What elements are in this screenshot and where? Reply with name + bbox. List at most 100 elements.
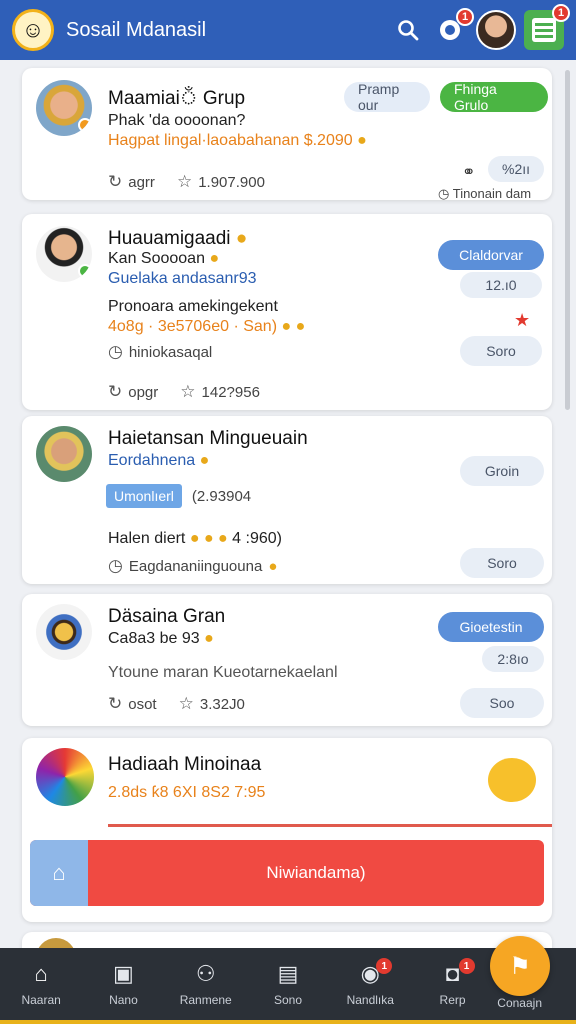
smile-emoji-icon: ● [268,557,278,575]
avatar [36,80,92,136]
star-icon: ☆ [178,694,194,713]
card-meta: ↻ osot ☆ 3.32J0 [108,694,245,714]
group-card[interactable]: Maamiaiঁ Grup Phak 'da oooonan? Hagpat l… [22,68,552,201]
tag-value: (2.93904 [191,487,252,505]
card-description: Ytoune maran Kueotarnekaelanl [108,664,338,681]
nav-profile[interactable]: ◉ 1 Nandlıka [329,948,411,1020]
app-title: Sosail Mdanasil [66,18,207,41]
group-card[interactable]: Huauamigaadi ● Kan Sooooan ● Guelaka and… [22,214,552,410]
members-icon: ⚭ [462,164,476,181]
nav-badge: 1 [376,958,393,974]
nav-home[interactable]: ⌂ Naaran [0,948,82,1020]
meta-value: 3.32J0 [199,695,245,713]
group-action-button[interactable]: Gioetestin [438,612,544,642]
star-badge-icon: ★ [514,310,531,330]
smile-emoji-icon: ● [199,452,210,469]
meta-value: 142?956 [201,383,260,401]
category-tag[interactable]: Umonlıerl [106,484,182,508]
mascot-icon [488,758,536,802]
clock-icon: ↻ [108,172,123,191]
nav-people[interactable]: ⚇ Ranmene [165,948,247,1020]
preview-button[interactable]: Pramp our [344,81,430,113]
nav-messages[interactable]: ◘ 1 Rerp [411,948,493,1020]
user-avatar[interactable] [476,10,516,50]
nav-label: Ranmene [179,993,232,1007]
top-app-bar: ☺ Sosail Mdanasil 1 1 [0,0,576,60]
primary-action-button[interactable]: ⌂ Niwiandama) [30,840,544,906]
progress-bar [108,824,552,827]
online-dot [78,264,92,278]
card-subtitle: Ca8a3 be 93 [108,630,200,647]
group-card[interactable]: Däsaina Gran Ca8a3 be 93 ● Ytoune maran … [22,594,552,726]
clock-icon: ◷ [108,556,123,575]
member-count: 12.ı0 [460,272,542,298]
menu-icon [532,18,556,42]
card-detail: Halen diert [108,530,186,547]
group-feed: Maamiaiঁ Grup Phak 'da oooonan? Hagpat l… [0,60,576,950]
home-icon: ⌂ [30,840,88,906]
view-button[interactable]: Soro [460,336,542,366]
notification-badge: 1 [456,8,474,26]
star-icon: ☆ [180,382,196,401]
nav-label: Rerp [439,993,466,1007]
meta-label: opgr [128,383,159,401]
detail-value: 4 :960) [232,530,282,547]
card-subtitle: Kan Sooooan [108,250,205,267]
card-status: ◷ hiniokasaqal [108,342,212,362]
people-icon: ⚇ [195,961,216,986]
avatar [36,426,92,482]
action-label: Niwiandama) [266,863,366,882]
member-count: 2:8ıo [482,646,544,672]
card-meta: ↻ opgr ☆ 142?956 [108,382,260,402]
view-button[interactable]: Soo [460,688,544,718]
meta-label: osot [128,695,157,713]
card-description: Pronoara amekingekent [108,298,278,315]
create-label: Conaajn [497,996,542,1010]
card-title: Hadiaah Minoinaa [108,754,262,775]
smile-emoji-icon: ● ● ● [189,530,228,547]
group-action-button[interactable]: Claldorvar [438,240,544,270]
status-dot [78,118,92,132]
avatar [36,226,92,282]
card-subtitle: Eordahnena [108,452,196,469]
card-title: Däsaina Gran [108,606,226,627]
card-stats: 4o8g · 3e5706e0 · San) [108,318,278,335]
status-text: hiniokasaqal [128,343,213,361]
smile-emoji-icon: ● ● [281,318,306,335]
map-icon: ⚑ [509,952,531,980]
smile-emoji-icon: ● [357,132,367,149]
card-meta: ↻ agrr ☆ 1.907.900 [108,172,265,192]
refresh-icon: ↻ [108,382,123,401]
mascot-logo-icon: ☺ [12,9,54,51]
smile-emoji-icon: ● [204,630,214,647]
smile-emoji-icon: ● [209,250,220,267]
card-detail: Hagpat lingal·laoabahanan $.2090 [108,132,353,149]
meta-label: agrr [128,173,155,191]
refresh-icon: ↻ [108,694,123,713]
search-icon[interactable] [390,12,426,48]
card-title: Huauamigaadi [108,228,231,249]
card-detail: Guelaka andasanr93 [108,270,257,287]
nav-label: Nano [109,993,138,1007]
avatar [36,748,94,806]
nav-badge: 1 [458,958,475,974]
member-count: %2ıı [488,156,544,182]
menu-badge: 1 [552,4,570,22]
view-button[interactable]: Soro [460,548,544,578]
card-status: ◷ Eagdananiinguouna ● [108,556,277,576]
join-group-button[interactable]: Fhinga Grulo [440,81,548,113]
clock-icon: ◷ [108,342,123,361]
notification-icon[interactable]: 1 [432,8,474,48]
smile-emoji-icon: ● [235,228,248,249]
menu-button[interactable]: 1 [524,4,570,50]
nav-gallery[interactable]: ▤ Sono [247,948,329,1020]
status-text: Eagdananiinguouna [128,557,263,575]
tv-icon: ▣ [113,961,134,986]
group-card[interactable]: Haietansan Mingueuain Eordahnena ● Umonl… [22,416,552,584]
nav-label: Sono [273,993,302,1007]
group-card[interactable]: Hadiaah Minoinaa 2.8ds ƙ8 6XI 8S2 7:95 ⌂… [22,738,552,922]
nav-video[interactable]: ▣ Nano [82,948,164,1020]
create-button[interactable]: ⚑ [490,936,550,996]
star-icon: ☆ [176,172,193,191]
group-action-button[interactable]: Groin [460,456,544,486]
